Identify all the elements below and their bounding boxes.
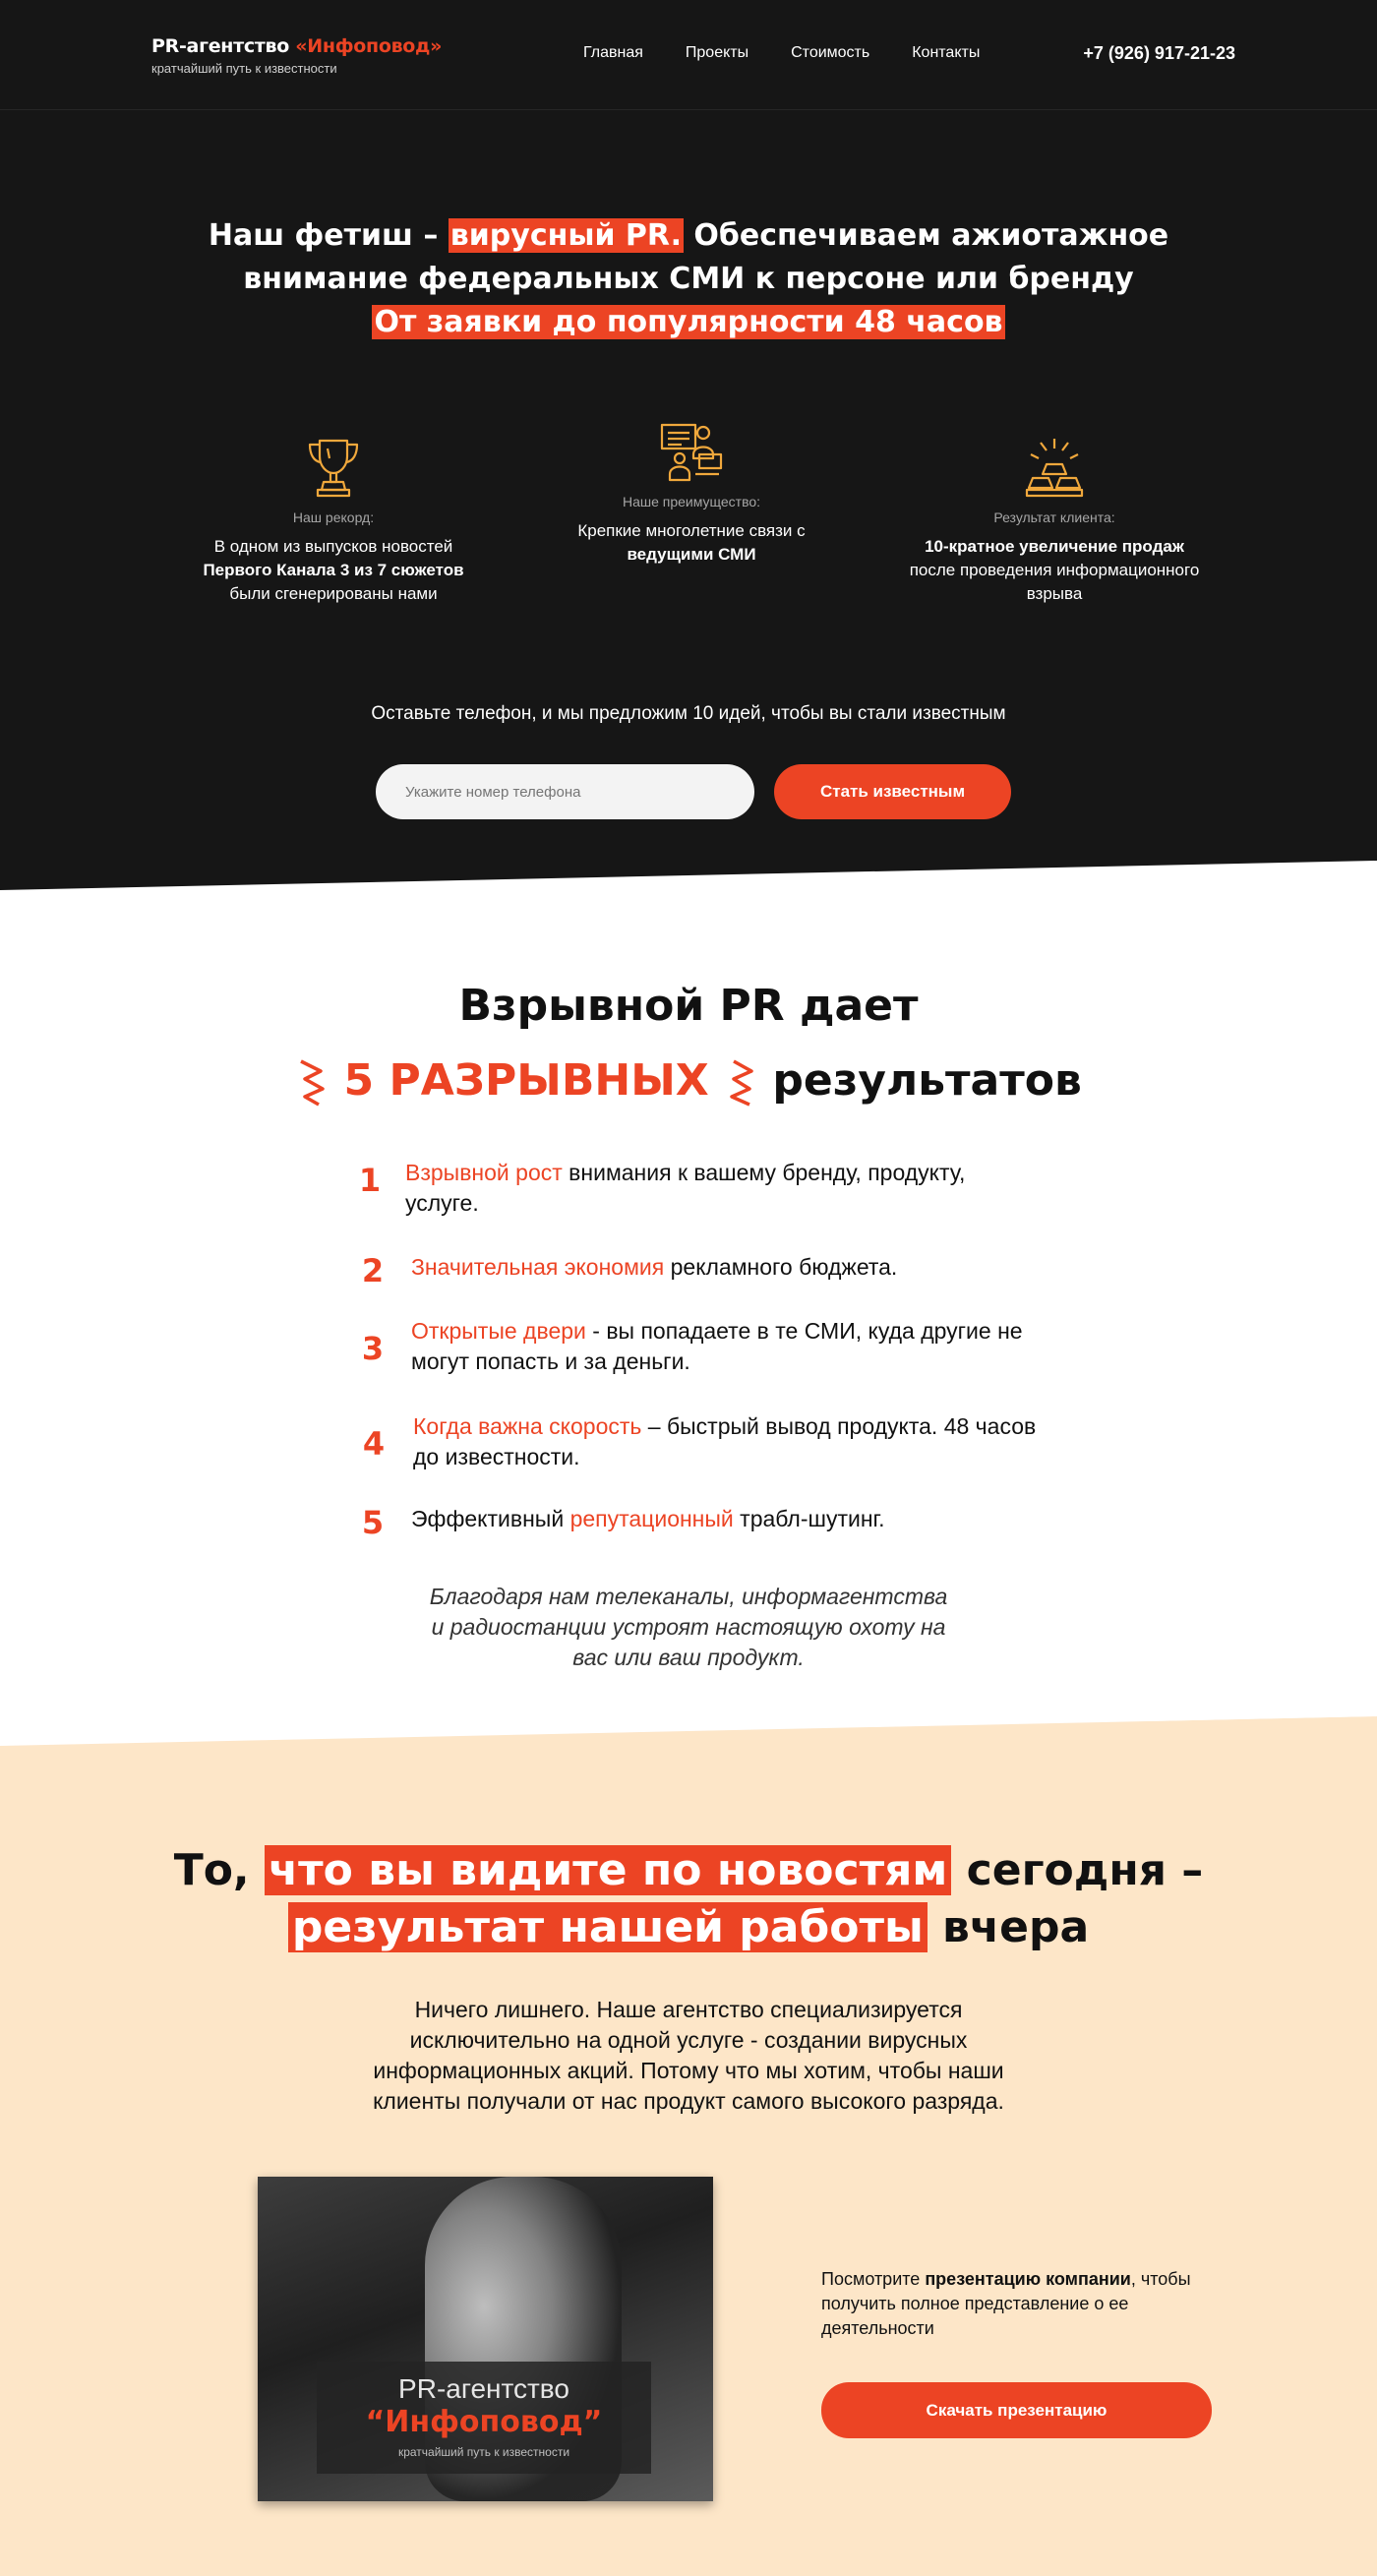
result-number: 1 [358, 1162, 382, 1199]
news-title-c: вчера [927, 1902, 1090, 1952]
feature-record-text-b: были сгенерированы нами [229, 584, 438, 603]
feature-advantage-text: Крепкие многолетние связи с ведущими СМИ [539, 519, 844, 567]
results-title-line1: Взрывной PR дает [458, 981, 919, 1031]
result-item: 3 Открытые двери - вы попадаете в те СМИ… [334, 1316, 1041, 1377]
feature-result: Результат клиента: 10-кратное увеличение… [902, 435, 1207, 606]
news-title: То, что вы видите по новостям сегодня – … [0, 1842, 1377, 1956]
result-highlight: Значительная экономия [411, 1254, 665, 1280]
result-highlight: Когда важна скорость [413, 1413, 642, 1439]
news-title-highlight-1: что вы видите по новостям [264, 1845, 952, 1895]
presentation-text: Посмотрите презентацию компании, чтобы п… [821, 2267, 1215, 2341]
feature-advantage-text-bold: ведущими СМИ [627, 545, 756, 564]
result-text: Эффективный репутационный трабл-шутинг. [411, 1504, 1070, 1534]
nav-item-home[interactable]: Главная [583, 44, 643, 62]
hero-highlight-48h: От заявки до популярности 48 часов [372, 305, 1005, 339]
hero-line2: внимание федеральных СМИ к персоне или б… [243, 262, 1134, 296]
result-item: 2 Значительная экономия рекламного бюдже… [334, 1252, 1070, 1289]
logo-prefix: PR-агентство [151, 35, 289, 57]
presentation-text-a: Посмотрите [821, 2269, 926, 2289]
result-rest: рекламного бюджета. [664, 1254, 898, 1280]
hero-section: PR-агентство «Инфоповод» кратчайший путь… [0, 0, 1377, 890]
result-text: Значительная экономия рекламного бюджета… [411, 1252, 1070, 1283]
feature-result-text: 10-кратное увеличение продаж после прове… [902, 535, 1207, 606]
hero-line1-a: Наш фетиш – [208, 218, 449, 253]
logo-tagline: кратчайший путь к известности [151, 61, 337, 76]
lightning-left-icon [300, 1059, 325, 1107]
logo-title: PR-агентство «Инфоповод» [151, 35, 442, 57]
section-divider-peach [0, 1716, 1377, 1756]
result-number: 4 [362, 1425, 386, 1463]
hero-line1-b: Обеспечиваем ажиотажное [683, 218, 1169, 253]
nav-item-contacts[interactable]: Контакты [912, 44, 980, 62]
feature-result-text-b: после проведения информационного взрыва [909, 561, 1200, 603]
phone-input[interactable] [376, 764, 754, 819]
lightning-right-icon [730, 1059, 753, 1107]
results-title: Взрывной PR дает 5 РАЗРЫВНЫХ результатов [0, 969, 1377, 1118]
trophy-icon [308, 439, 359, 498]
result-text: Открытые двери - вы попадаете в те СМИ, … [411, 1316, 1041, 1377]
result-number: 5 [361, 1504, 385, 1541]
feature-record-label: Наш рекорд: [292, 509, 375, 525]
result-item: 5 Эффективный репутационный трабл-шутинг… [334, 1504, 1070, 1541]
result-text: Когда важна скорость – быстрый вывод про… [413, 1411, 1043, 1472]
booklet-title-band: PR-агентство “Инфоповод” кратчайший путь… [317, 2362, 651, 2474]
landing-page: PR-агентство «Инфоповод» кратчайший путь… [0, 0, 1377, 2576]
result-pre: Эффективный [411, 1506, 570, 1531]
news-description: Ничего лишнего. Наше агентство специализ… [0, 1995, 1377, 2117]
main-nav: Главная Проекты Стоимость Контакты [583, 44, 1022, 62]
booklet-name: “Инфоповод” [365, 2405, 603, 2439]
feature-record-text-a: В одном из выпусков новостей [213, 537, 453, 556]
gold-bars-icon [1025, 439, 1084, 498]
news-title-highlight-2: результат нашей работы [287, 1902, 928, 1952]
site-header: PR-агентство «Инфоповод» кратчайший путь… [0, 0, 1377, 110]
result-text: Взрывной рост внимания к вашему бренду, … [405, 1158, 1035, 1219]
nav-item-pricing[interactable]: Стоимость [791, 44, 869, 62]
booklet-title: PR-агентство [398, 2373, 569, 2404]
results-title-rest: результатов [772, 1055, 1082, 1106]
feature-advantage-text-a: Крепкие многолетние связи с [577, 521, 806, 540]
press-conference-icon [660, 423, 723, 482]
hero-title: Наш фетиш – вирусный PR. Обеспечиваем аж… [0, 214, 1377, 344]
booklet-tagline: кратчайший путь к известности [397, 2445, 570, 2459]
results-title-red: 5 РАЗРЫВНЫХ [343, 1055, 709, 1106]
presentation-booklet-image: PR-агентство “Инфоповод” кратчайший путь… [258, 2177, 713, 2501]
hero-highlight-viral: вирусный PR. [448, 218, 684, 253]
result-number: 2 [361, 1252, 385, 1289]
feature-advantage-label: Наше преимущество: [622, 494, 761, 509]
feature-record-text: В одном из выпусков новостей Первого Кан… [181, 535, 486, 606]
result-highlight: репутационный [569, 1506, 734, 1531]
result-item: 1 Взрывной рост внимания к вашему бренду… [334, 1158, 1035, 1219]
news-title-b: сегодня – [951, 1845, 1204, 1895]
result-highlight: Открытые двери [411, 1318, 586, 1344]
section-divider [0, 861, 1377, 900]
feature-record: Наш рекорд: В одном из выпусков новостей… [181, 435, 486, 606]
feature-record-text-bold: Первого Канала 3 из 7 сюжетов [203, 561, 464, 579]
presentation-text-bold: презентацию компании [925, 2269, 1131, 2289]
news-description-text: Ничего лишнего. Наше агентство специализ… [373, 1997, 1004, 2114]
logo[interactable]: PR-агентство «Инфоповод» кратчайший путь… [151, 35, 442, 76]
hero-cta-text: Оставьте телефон, и мы предложим 10 идей… [371, 703, 1006, 724]
result-item: 4 Когда важна скорость – быстрый вывод п… [334, 1411, 1043, 1472]
become-famous-button[interactable]: Стать известным [774, 764, 1011, 819]
feature-result-text-bold: 10-кратное увеличение продаж [925, 537, 1184, 556]
feature-advantage: Наше преимущество: Крепкие многолетние с… [539, 421, 844, 567]
results-note-text: Благодаря нам телеканалы, информагентств… [429, 1584, 948, 1670]
logo-name: «Инфоповод» [295, 35, 443, 57]
news-title-a: То, [173, 1845, 265, 1895]
result-number: 3 [361, 1330, 385, 1367]
result-highlight: Взрывной рост [405, 1160, 563, 1185]
nav-item-projects[interactable]: Проекты [686, 44, 748, 62]
feature-result-label: Результат клиента: [993, 509, 1115, 525]
download-presentation-button[interactable]: Скачать презентацию [821, 2382, 1212, 2438]
results-note: Благодаря нам телеканалы, информагентств… [0, 1582, 1377, 1673]
header-phone[interactable]: +7 (926) 917-21-23 [1083, 43, 1235, 64]
result-rest: трабл-шутинг. [733, 1506, 885, 1531]
